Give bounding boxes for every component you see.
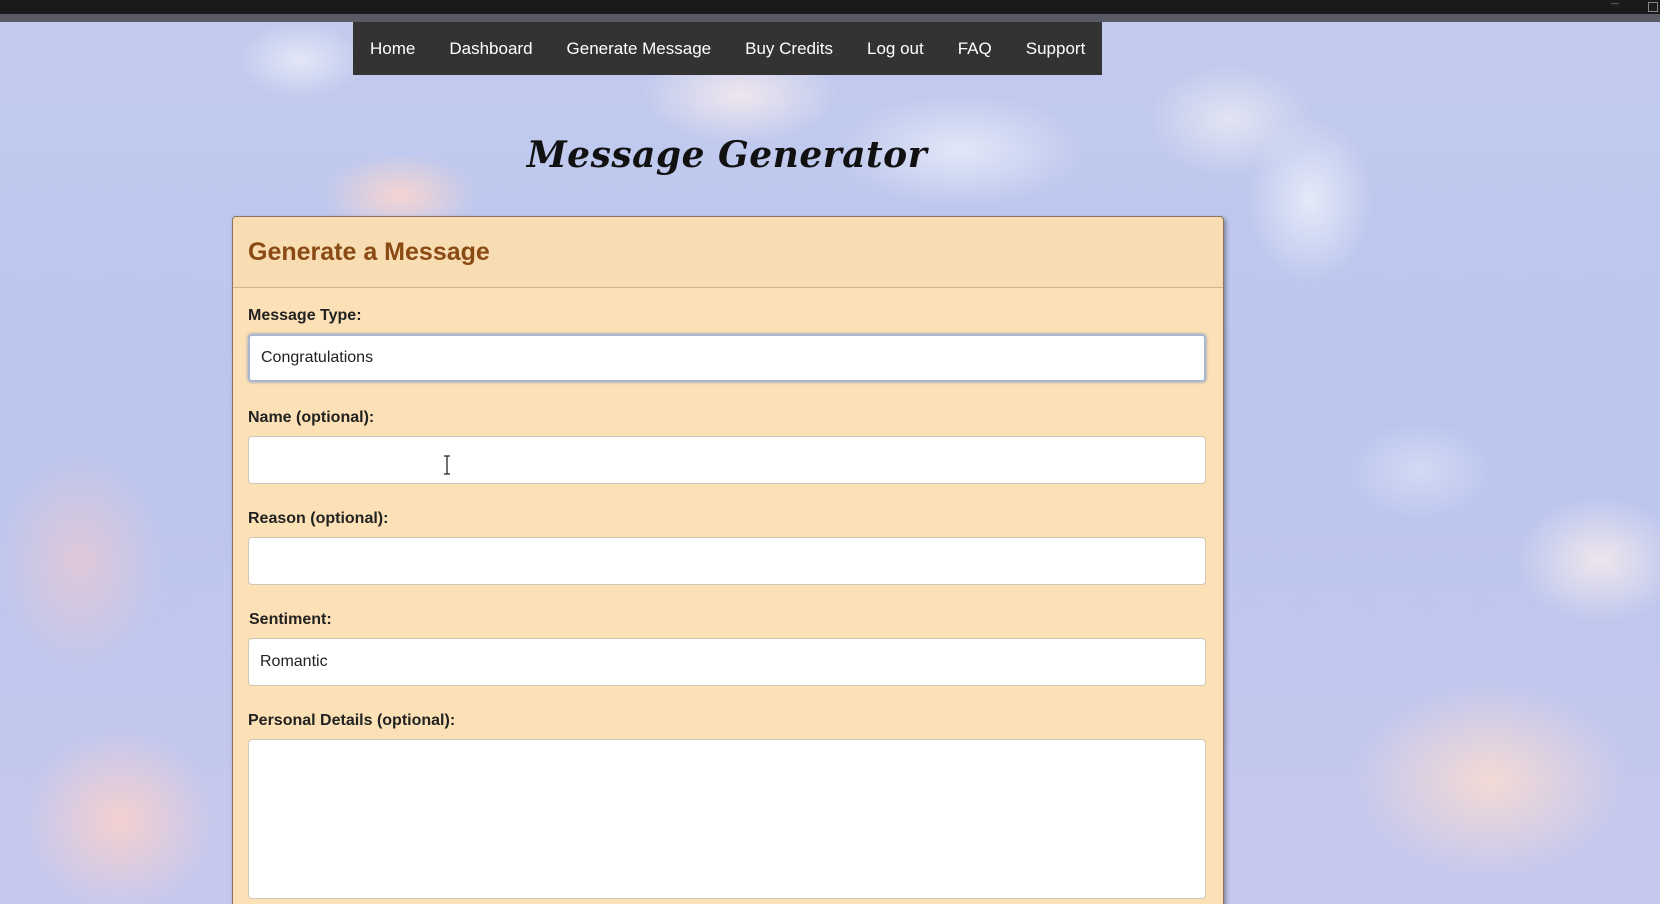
nav-generate-message[interactable]: Generate Message (567, 39, 712, 59)
maximize-icon[interactable] (1648, 2, 1658, 12)
nav-buy-credits[interactable]: Buy Credits (745, 39, 833, 59)
reason-input[interactable] (248, 537, 1206, 585)
message-type-label: Message Type: (248, 307, 362, 324)
message-type-input[interactable] (248, 334, 1206, 382)
os-title-bar: — (0, 0, 1660, 14)
main-nav: Home Dashboard Generate Message Buy Cred… (353, 22, 1102, 75)
card-title: Generate a Message (248, 237, 490, 266)
nav-support[interactable]: Support (1026, 39, 1086, 59)
os-bar-shadow (0, 14, 1660, 22)
site-title: Message Generator (526, 134, 928, 176)
nav-faq[interactable]: FAQ (958, 39, 992, 59)
name-label: Name (optional): (248, 409, 375, 426)
name-input[interactable] (248, 436, 1206, 484)
sentiment-label: Sentiment: (249, 611, 332, 628)
card-header: Generate a Message (233, 217, 1223, 288)
minimize-icon[interactable]: — (1608, 0, 1622, 12)
nav-home[interactable]: Home (370, 39, 415, 59)
generate-message-card: Generate a Message Message Type: Name (o… (232, 216, 1224, 904)
personal-details-textarea[interactable] (248, 739, 1206, 899)
nav-dashboard[interactable]: Dashboard (449, 39, 532, 59)
nav-log-out[interactable]: Log out (867, 39, 924, 59)
personal-details-label: Personal Details (optional): (248, 712, 456, 729)
sentiment-input[interactable] (248, 638, 1206, 686)
reason-label: Reason (optional): (248, 510, 389, 527)
